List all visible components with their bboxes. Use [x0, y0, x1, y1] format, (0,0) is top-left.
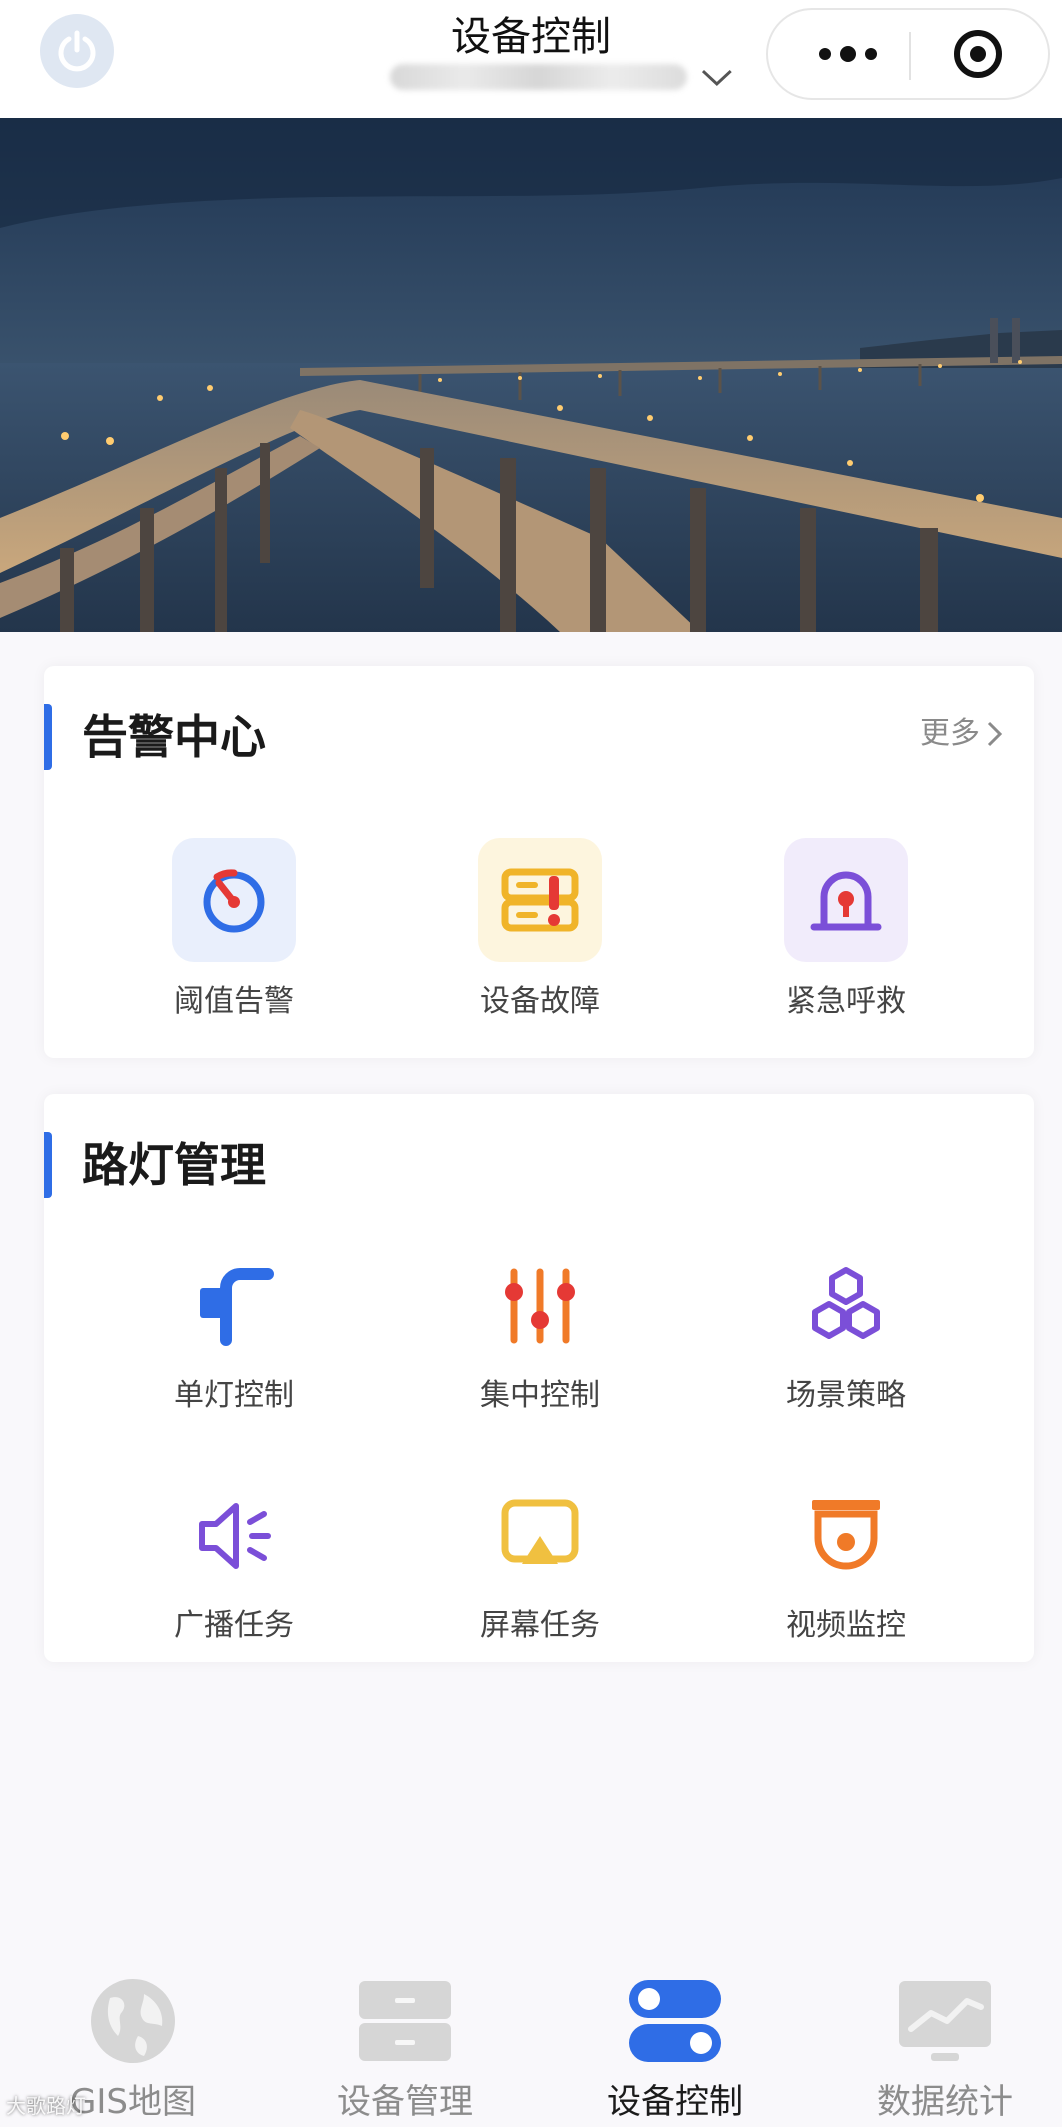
chevron-down-icon: [702, 69, 733, 86]
broadcast-task-label: 广播任务: [174, 1608, 294, 1643]
streetlight-management-title: 路灯管理: [82, 1138, 266, 1192]
street-lamp-icon: [200, 1268, 274, 1346]
tab-data-statistics[interactable]: 数据统计: [835, 1972, 1055, 2123]
close-mini-program-button[interactable]: [954, 30, 1002, 78]
server-fault-icon: [501, 868, 579, 932]
device-control-icon-wrap: [565, 1972, 785, 2070]
scene-strategy-tile[interactable]: 场景策略: [736, 1256, 956, 1414]
line-chart-icon: [899, 1981, 991, 2061]
screen-cast-icon: [501, 1499, 579, 1564]
single-lamp-control-label: 单灯控制: [174, 1378, 294, 1413]
single-lamp-icon-box: [172, 1256, 296, 1356]
video-monitoring-icon-box: [784, 1486, 908, 1586]
banner-image: [0, 118, 1062, 632]
video-monitoring-label: 视频监控: [786, 1608, 906, 1643]
more-label: 更多: [920, 716, 980, 751]
screen-task-icon-box: [478, 1486, 602, 1586]
alarm-center-title: 告警中心: [82, 710, 266, 764]
hexagons-icon: [812, 1267, 880, 1339]
toggle-switches-icon: [629, 1980, 721, 2062]
video-monitoring-tile[interactable]: 视频监控: [736, 1486, 956, 1644]
location-dropdown[interactable]: [390, 58, 735, 96]
central-control-label: 集中控制: [480, 1378, 600, 1413]
alarm-more-link[interactable]: 更多: [920, 712, 1004, 756]
device-fault-icon-box: [478, 838, 602, 962]
stopwatch-icon: [203, 869, 265, 933]
device-management-icon-wrap: [295, 1972, 515, 2070]
globe-icon: [91, 1979, 175, 2063]
threshold-alarm-label: 阈值告警: [174, 984, 294, 1019]
capsule-divider: [909, 32, 911, 80]
central-control-icon-box: [478, 1256, 602, 1356]
mini-program-capsule: [766, 8, 1050, 100]
tab-device-control[interactable]: 设备控制: [565, 1972, 785, 2123]
section-accent-bar: [44, 704, 52, 770]
tab-device-management-label: 设备管理: [337, 2082, 473, 2122]
more-dot-icon: [840, 46, 856, 62]
emergency-call-label: 紧急呼救: [786, 984, 906, 1019]
alarm-center-card: 告警中心 更多 阈值告警 设备故障 紧急呼救: [44, 666, 1034, 1058]
sliders-icon: [505, 1268, 575, 1344]
tab-data-statistics-label: 数据统计: [877, 2082, 1013, 2122]
scene-strategy-label: 场景策略: [786, 1378, 906, 1413]
bridge-night-scene: [0, 118, 1062, 632]
single-lamp-control-tile[interactable]: 单灯控制: [124, 1256, 344, 1414]
emergency-call-icon-box: [784, 838, 908, 962]
section-accent-bar: [44, 1132, 52, 1198]
broadcast-task-tile[interactable]: 广播任务: [124, 1486, 344, 1644]
more-dot-icon: [819, 48, 831, 60]
screen-task-label: 屏幕任务: [480, 1608, 600, 1643]
target-circle-icon: [970, 46, 986, 62]
threshold-alarm-tile[interactable]: 阈值告警: [124, 838, 344, 1020]
data-statistics-icon-wrap: [835, 1972, 1055, 2070]
threshold-alarm-icon-box: [172, 838, 296, 962]
emergency-call-tile[interactable]: 紧急呼救: [736, 838, 956, 1020]
device-drawer-icon: [359, 1981, 451, 2061]
tab-device-control-label: 设备控制: [607, 2082, 743, 2122]
device-fault-label: 设备故障: [480, 984, 600, 1019]
location-value-blurred: [390, 64, 688, 90]
emergency-siren-icon: [810, 871, 882, 931]
more-options-button[interactable]: [798, 10, 898, 98]
top-bar: 设备控制: [0, 0, 1062, 118]
chevron-right-icon: [987, 721, 1003, 747]
device-fault-tile[interactable]: 设备故障: [430, 838, 650, 1020]
bottom-tab-bar: GIS地图 设备管理 设备控制 数据统计: [0, 1950, 1062, 2127]
speaker-icon: [199, 1503, 271, 1569]
streetlight-management-card: 路灯管理 单灯控制 集中控制 场景策略 广播任务 屏幕任务 视频监控: [44, 1094, 1034, 1662]
screen-task-tile[interactable]: 屏幕任务: [430, 1486, 650, 1644]
tab-device-management[interactable]: 设备管理: [295, 1972, 515, 2123]
gis-map-icon-wrap: [23, 1972, 243, 2070]
broadcast-task-icon-box: [172, 1486, 296, 1586]
more-dot-icon: [865, 48, 877, 60]
camera-icon: [812, 1500, 880, 1570]
watermark-logo: 大歌路灯: [6, 2094, 86, 2118]
central-control-tile[interactable]: 集中控制: [430, 1256, 650, 1414]
scene-strategy-icon-box: [784, 1256, 908, 1356]
